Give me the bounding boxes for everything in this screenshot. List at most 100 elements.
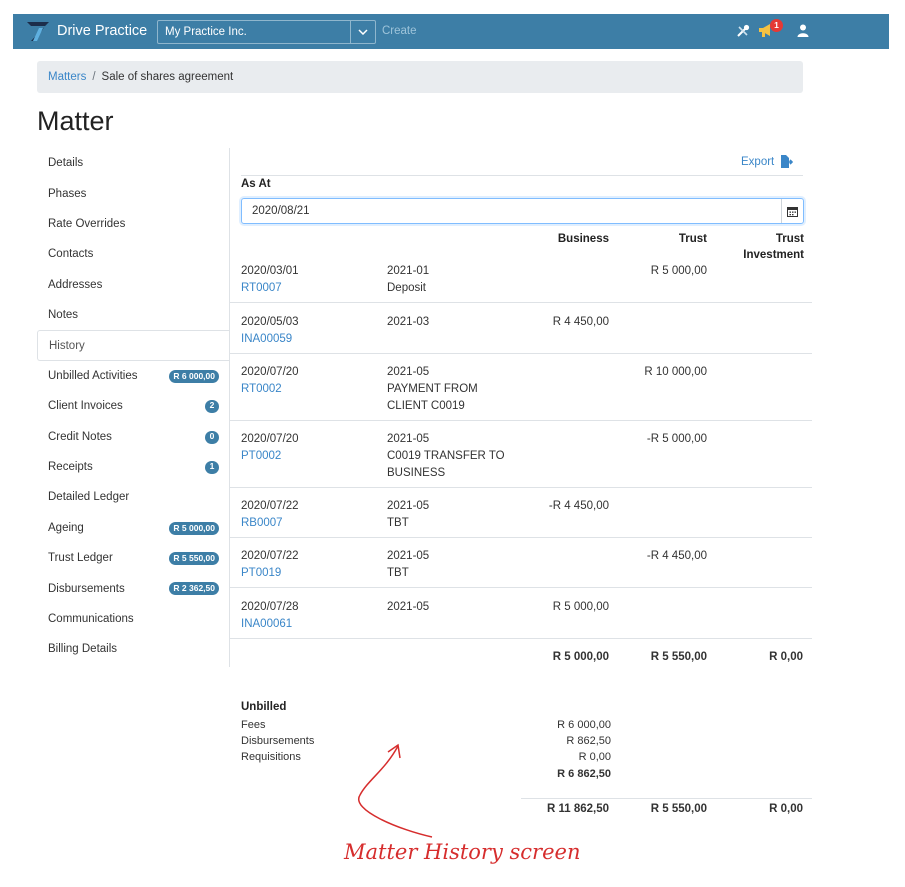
entry-business-amount: R 4 450,00 [552, 316, 609, 328]
amount-badge: R 5 550,00 [169, 552, 219, 566]
practice-select[interactable]: My Practice Inc. [157, 20, 376, 44]
column-header-trust: Trust [678, 233, 707, 245]
amount-badge: R 6 000,00 [169, 369, 219, 383]
sidebar-item-rate-overrides[interactable]: Rate Overrides [37, 209, 229, 239]
notification-badge: 1 [770, 19, 783, 32]
calendar-icon[interactable] [781, 199, 803, 223]
entry-business-amount: -R 4 450,00 [548, 500, 609, 512]
sidebar-item-label: Detailed Ledger [48, 491, 130, 504]
sidebar-item-credit-notes[interactable]: Credit Notes 0 [37, 422, 229, 452]
entry-business-amount: R 5 000,00 [552, 601, 609, 613]
entry-reference-link[interactable]: RT0002 [241, 381, 381, 398]
brand[interactable]: Drive Practice [25, 20, 147, 42]
breadcrumb: Matters / Sale of shares agreement [37, 61, 803, 93]
column-header-line: Trust [775, 233, 804, 245]
export-label: Export [741, 155, 775, 168]
count-badge: 0 [205, 430, 219, 444]
sidebar-item-communications[interactable]: Communications [37, 604, 229, 634]
grand-total-business: R 11 862,50 [546, 803, 609, 815]
breadcrumb-matters-link[interactable]: Matters [48, 71, 86, 83]
total-business: R 5 000,00 [552, 651, 609, 663]
entry-description: Deposit [387, 282, 426, 294]
file-export-icon [781, 155, 794, 168]
sidebar-item-billing-details[interactable]: Billing Details [37, 634, 229, 664]
entry-trust-amount: R 5 000,00 [650, 265, 707, 277]
sidebar-item-detailed-ledger[interactable]: Detailed Ledger [37, 482, 229, 512]
brand-logo-icon [27, 22, 49, 41]
sidebar-item-label: Receipts [48, 461, 93, 474]
count-badge: 1 [205, 460, 219, 474]
grand-total-divider [521, 798, 812, 799]
entry-description: CLIENT C0019 [387, 400, 465, 412]
sidebar-item-client-invoices[interactable]: Client Invoices 2 [37, 391, 229, 421]
sidebar-item-unbilled-activities[interactable]: Unbilled Activities R 6 000,00 [37, 361, 229, 391]
sidebar-item-label: Client Invoices [48, 400, 123, 413]
row-divider [230, 353, 812, 354]
entry-reference-link[interactable]: RB0007 [241, 515, 381, 532]
sidebar-item-label: Trust Ledger [48, 552, 113, 565]
sidebar-item-details[interactable]: Details [37, 148, 229, 178]
entry-date: 2020/07/20 [241, 433, 299, 445]
entry-date: 2020/07/22 [241, 500, 299, 512]
matter-sidebar: Details Phases Rate Overrides Contacts A… [37, 148, 229, 665]
sidebar-item-ageing[interactable]: Ageing R 5 000,00 [37, 513, 229, 543]
entry-description: 2021-05 [387, 550, 430, 562]
sidebar-item-label: Communications [48, 613, 134, 626]
unbilled-title: Unbilled [241, 701, 287, 713]
page-title: Matter [37, 106, 114, 136]
sidebar-divider [229, 148, 230, 667]
entry-description: BUSINESS [387, 467, 446, 479]
row-divider [230, 420, 812, 421]
entry-reference-link[interactable]: PT0019 [241, 565, 381, 582]
unbilled-fees-label: Fees [241, 719, 266, 731]
sidebar-item-label: Billing Details [48, 643, 118, 656]
practice-select-value: My Practice Inc. [165, 26, 247, 38]
breadcrumb-separator: / [92, 71, 96, 83]
sidebar-item-receipts[interactable]: Receipts 1 [37, 452, 229, 482]
sidebar-item-contacts[interactable]: Contacts [37, 239, 229, 269]
row-divider [230, 487, 812, 488]
count-badge: 2 [205, 400, 219, 414]
grand-total-trust: R 5 550,00 [650, 803, 707, 815]
column-header-business: Business [557, 233, 609, 245]
entry-trust-amount: R 10 000,00 [644, 366, 707, 378]
breadcrumb-current: Sale of shares agreement [101, 71, 234, 83]
create-link[interactable]: Create [382, 25, 417, 37]
unbilled-disbursements-value: R 862,50 [566, 735, 611, 747]
row-divider [230, 537, 812, 538]
entry-reference-link[interactable]: RT0007 [241, 280, 381, 297]
entry-reference-link[interactable]: INA00059 [241, 331, 381, 348]
entry-description: 2021-05 [387, 433, 430, 445]
sidebar-item-label: Ageing [48, 521, 84, 534]
sidebar-item-phases[interactable]: Phases [37, 178, 229, 208]
sidebar-item-trust-ledger[interactable]: Trust Ledger R 5 550,00 [37, 543, 229, 573]
entry-description: TBT [387, 567, 409, 579]
as-at-date-input[interactable]: 2020/08/21 [241, 198, 804, 224]
unbilled-fees-value: R 6 000,00 [557, 719, 611, 731]
row-divider [230, 587, 812, 588]
sidebar-item-history[interactable]: History [37, 330, 229, 361]
user-icon[interactable] [797, 24, 809, 37]
unbilled-requisitions-label: Requisitions [241, 751, 301, 763]
total-trust-investment: R 0,00 [769, 651, 803, 663]
unbilled-subtotal: R 6 862,50 [557, 768, 611, 780]
row-divider [230, 302, 812, 303]
row-divider [230, 638, 812, 639]
chevron-down-icon [350, 21, 375, 43]
total-trust: R 5 550,00 [650, 651, 707, 663]
as-at-date-value: 2020/08/21 [252, 205, 310, 217]
annotation-arrow-icon [357, 743, 433, 838]
entry-trust-amount: -R 4 450,00 [646, 550, 707, 562]
export-button[interactable]: Export [741, 155, 794, 168]
sidebar-item-addresses[interactable]: Addresses [37, 270, 229, 300]
entry-reference-link[interactable]: PT0002 [241, 448, 381, 465]
amount-badge: R 2 362,50 [169, 582, 219, 596]
sidebar-item-label: Rate Overrides [48, 217, 126, 230]
sidebar-item-notes[interactable]: Notes [37, 300, 229, 330]
entry-reference-link[interactable]: INA00061 [241, 616, 381, 633]
sidebar-item-disbursements[interactable]: Disbursements R 2 362,50 [37, 573, 229, 603]
divider [241, 175, 803, 176]
sidebar-item-label: Contacts [48, 248, 94, 261]
tools-icon[interactable] [735, 23, 751, 39]
entry-description: PAYMENT FROM [387, 383, 478, 395]
